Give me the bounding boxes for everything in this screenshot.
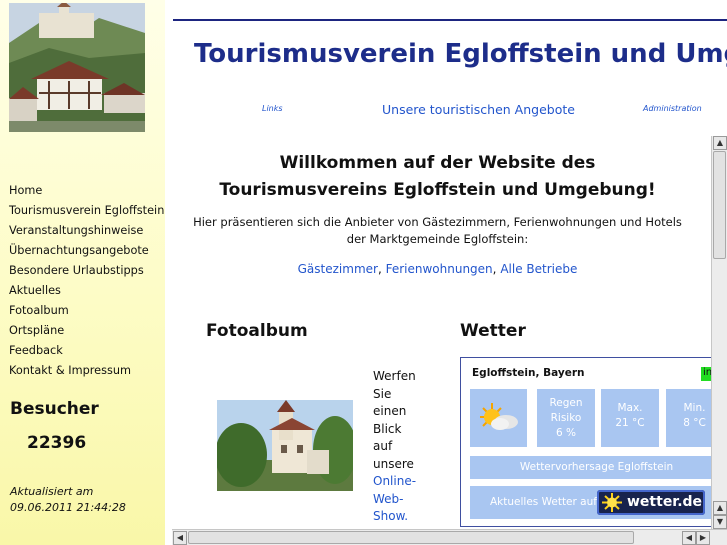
nav-item-fotoalbum[interactable]: Fotoalbum <box>9 301 164 321</box>
max-temp-label: Max. <box>617 402 643 414</box>
vertical-scroll-thumb[interactable] <box>713 151 726 259</box>
forecast-link[interactable]: Wettervorhersage Egloffstein <box>470 456 723 479</box>
intro-text: Hier präsentieren sich die Anbieter von … <box>185 214 690 248</box>
weather-widget: Egloffstein, Bayern in Regen Risiko 6 % … <box>460 357 724 527</box>
administration-link[interactable]: Administration <box>643 104 702 113</box>
page-title: Tourismusverein Egloffstein und Umgebung <box>194 39 727 69</box>
photo-text-word: auf <box>373 439 393 453</box>
touristic-offers-link[interactable]: Unsere touristischen Angebote <box>382 102 575 117</box>
visitor-counter-title: Besucher <box>10 399 99 419</box>
vertical-scrollbar[interactable]: ▲ ▲ ▼ <box>711 136 727 529</box>
holiday-apartments-link[interactable]: Ferienwohnungen <box>386 262 493 276</box>
horizontal-scroll-thumb[interactable] <box>188 531 634 544</box>
intro-line-1: Hier präsentieren sich die Anbieter von … <box>193 215 682 229</box>
photo-text-word: Sie <box>373 386 392 401</box>
nav-item-feedback[interactable]: Feedback <box>9 341 164 361</box>
nav-item-veranstaltungen[interactable]: Veranstaltungshinweise <box>9 221 164 241</box>
header-divider <box>173 19 727 21</box>
online-web-show-link[interactable]: Show. <box>373 508 416 526</box>
scroll-left-icon[interactable]: ◀ <box>173 531 187 545</box>
welcome-line-1: Willkommen auf der Website des <box>279 153 596 173</box>
rain-risk-label: Regen <box>549 397 583 409</box>
last-updated-date: 09.06.2011 21:44:28 <box>10 501 126 514</box>
nav-item-urlaubstipps[interactable]: Besondere Urlaubstipps <box>9 261 164 281</box>
online-web-show-link[interactable]: Online- <box>373 473 416 491</box>
nav-item-kontakt[interactable]: Kontakt & Impressum <box>9 361 164 381</box>
rain-risk-value: 6 % <box>556 427 576 439</box>
weather-heading: Wetter <box>460 321 526 341</box>
photo-album-heading: Fotoalbum <box>206 321 308 341</box>
scroll-right-icon[interactable]: ▶ <box>696 531 710 545</box>
main-navigation: Home Tourismusverein Egloffstein Veranst… <box>9 181 164 381</box>
scroll-left-icon[interactable]: ◀ <box>682 531 696 545</box>
weather-location: Egloffstein, Bayern <box>472 367 585 379</box>
online-web-show-link[interactable]: Web- <box>373 491 416 509</box>
photo-album-text: Werfen Sie einen Blick auf unsere Online… <box>373 368 416 526</box>
horizontal-scrollbar[interactable]: ◀ ◀ ▶ <box>172 529 727 545</box>
rain-risk-tile: Regen Risiko 6 % <box>537 389 595 447</box>
castle-village-photo <box>9 3 145 132</box>
last-updated: Aktualisiert am 09.06.2011 21:44:28 <box>10 484 126 516</box>
all-businesses-link[interactable]: Alle Betriebe <box>500 262 577 276</box>
sidebar: Home Tourismusverein Egloffstein Veranst… <box>0 0 165 545</box>
nav-item-ortsplaene[interactable]: Ortspläne <box>9 321 164 341</box>
weather-condition-tile <box>470 389 527 447</box>
wetter-de-logo-text: wetter.de <box>627 494 703 510</box>
last-updated-label: Aktualisiert am <box>10 485 94 498</box>
links-link[interactable]: Links <box>262 104 283 113</box>
scroll-down-icon[interactable]: ▼ <box>713 515 727 529</box>
max-temp-value: 21 °C <box>615 417 645 429</box>
welcome-line-2: Tourismusvereins Egloffstein und Umgebun… <box>219 180 656 200</box>
visitor-counter-value: 22396 <box>27 433 87 453</box>
separator: , <box>377 262 386 276</box>
scroll-up-icon[interactable]: ▲ <box>713 501 727 515</box>
nav-item-tourismusverein[interactable]: Tourismusverein Egloffstein <box>9 201 164 221</box>
guest-rooms-link[interactable]: Gästezimmer <box>298 262 378 276</box>
current-weather-link[interactable]: Aktuelles Wetter auf wetter.de <box>470 486 723 519</box>
wetter-de-logo[interactable]: wetter.de <box>597 490 705 515</box>
main-content: Tourismusverein Egloffstein und Umgebung… <box>165 0 727 545</box>
sun-icon <box>602 493 622 526</box>
current-weather-label: Aktuelles Wetter auf <box>490 496 597 508</box>
category-links: Gästezimmer, Ferienwohnungen, Alle Betri… <box>185 262 690 276</box>
photo-text-word: unsere <box>373 456 414 471</box>
nav-item-aktuelles[interactable]: Aktuelles <box>9 281 164 301</box>
nav-item-home[interactable]: Home <box>9 181 164 201</box>
intro-line-2: der Marktgemeinde Egloffstein: <box>346 232 529 246</box>
photo-text-word: Werfen <box>373 369 416 383</box>
nav-item-uebernachtung[interactable]: Übernachtungsangebote <box>9 241 164 261</box>
photo-album-thumbnail[interactable] <box>217 400 353 491</box>
photo-text-word: Blick <box>373 421 402 436</box>
welcome-heading: Willkommen auf der Website des Tourismus… <box>185 150 690 204</box>
max-temp-tile: Max. 21 °C <box>601 389 659 447</box>
rain-risk-label: Risiko <box>550 412 582 424</box>
scroll-up-icon[interactable]: ▲ <box>713 136 727 150</box>
sun-cloud-icon <box>470 403 527 450</box>
photo-text-word: einen <box>373 404 407 418</box>
